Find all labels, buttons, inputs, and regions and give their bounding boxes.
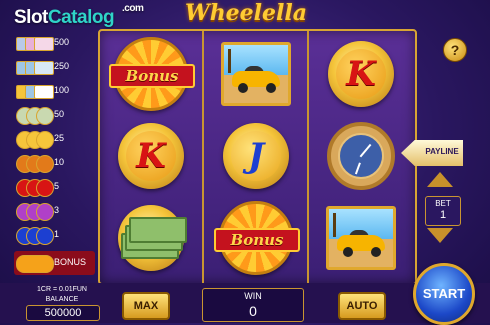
bet-label: BET	[435, 199, 451, 208]
car-combo-icon	[16, 83, 56, 101]
bet-value: 1	[439, 209, 447, 221]
payline-label: PAYLINE	[425, 147, 459, 156]
paytable-row: 250	[14, 57, 95, 79]
wheel-icon: Bonus	[214, 201, 300, 275]
paytable-row: 1	[14, 225, 95, 247]
paytable-value: 100	[54, 85, 70, 95]
win-display: WIN 0	[202, 288, 304, 322]
a-coin-combo-icon	[16, 155, 56, 173]
paytable-row: 500	[14, 33, 95, 55]
car-icon	[221, 42, 291, 106]
q-coin-combo-icon	[16, 203, 56, 221]
paytable-value: 500	[54, 37, 70, 47]
win-label: WIN	[244, 291, 262, 301]
game-title: Wheelella	[184, 0, 308, 26]
watermark-accent: Catalog	[47, 7, 115, 28]
bet-decrease-button[interactable]	[427, 228, 453, 243]
paytable-bonus-row: BONUS	[14, 251, 95, 275]
paytable-value: BONUS	[54, 257, 87, 267]
reel-divider	[307, 31, 309, 283]
reels-area: Bonus K J Bonus K	[98, 29, 417, 285]
j-letter: J	[231, 131, 281, 181]
watch-icon	[327, 122, 395, 190]
auto-button[interactable]: AUTO	[338, 292, 386, 320]
win-value: 0	[249, 303, 257, 319]
k-letter: K	[126, 131, 176, 181]
k-coin-symbol: K	[112, 117, 190, 195]
car-icon	[326, 206, 396, 270]
bonus-wheel-symbol: Bonus	[214, 199, 300, 277]
paytable-row: 10	[14, 153, 95, 175]
paytable-row: 5	[14, 177, 95, 199]
payline-indicator: PAYLINE	[401, 140, 463, 166]
paytable-row: 100	[14, 81, 95, 103]
bet-display: BET 1	[425, 196, 461, 226]
k-coin-combo-icon	[16, 179, 56, 197]
paytable-value: 50	[54, 109, 65, 119]
paytable-value: 25	[54, 133, 65, 143]
k-coin-symbol: K	[322, 35, 400, 113]
paytable-value: 250	[54, 61, 70, 71]
paytable-value: 10	[54, 157, 65, 167]
money-stack-icon	[119, 213, 187, 263]
start-button[interactable]: START	[413, 263, 475, 325]
reel-divider	[202, 31, 204, 283]
j-coin-combo-icon	[16, 227, 56, 245]
paytable-row: 25	[14, 129, 95, 151]
car-symbol	[217, 35, 295, 113]
bet-increase-button[interactable]	[427, 172, 453, 187]
paytable: 500 250 100 50 25 10 5 3 1 BONUS	[14, 33, 95, 279]
paytable-row: 3	[14, 201, 95, 223]
bonus-wheel-icon	[16, 253, 56, 273]
money-combo-icon	[16, 107, 56, 125]
max-bet-button[interactable]: MAX	[122, 292, 170, 320]
bonus-wheel-symbol: Bonus	[109, 35, 195, 113]
paytable-row: 50	[14, 105, 95, 127]
paytable-value: 5	[54, 181, 60, 191]
credit-rate: 1CR = 0.01FUN	[37, 286, 87, 293]
watch-combo-icon	[16, 59, 56, 77]
watermark-prefix: Slot	[14, 7, 48, 28]
bonus-banner: Bonus	[109, 64, 195, 88]
k-letter: K	[336, 49, 386, 99]
j-coin-symbol: J	[217, 117, 295, 195]
car-symbol	[322, 199, 400, 277]
watermark-suffix: .com	[122, 3, 144, 14]
wheel-icon: Bonus	[109, 37, 195, 111]
balance-label: BALANCE	[45, 296, 79, 303]
balance-box: 500000	[26, 305, 100, 321]
paytable-value: 3	[54, 205, 60, 215]
bonus-banner: Bonus	[214, 228, 300, 252]
wheel-combo-icon	[16, 35, 56, 53]
slotcatalog-watermark: SlotCatalog .com	[14, 3, 144, 29]
help-button[interactable]: ?	[443, 38, 467, 62]
watch-symbol	[322, 117, 400, 195]
balance-value: 500000	[44, 307, 82, 319]
paytable-value: 1	[54, 229, 60, 239]
money-stack-symbol	[112, 199, 190, 277]
coin-combo-icon	[16, 131, 56, 149]
